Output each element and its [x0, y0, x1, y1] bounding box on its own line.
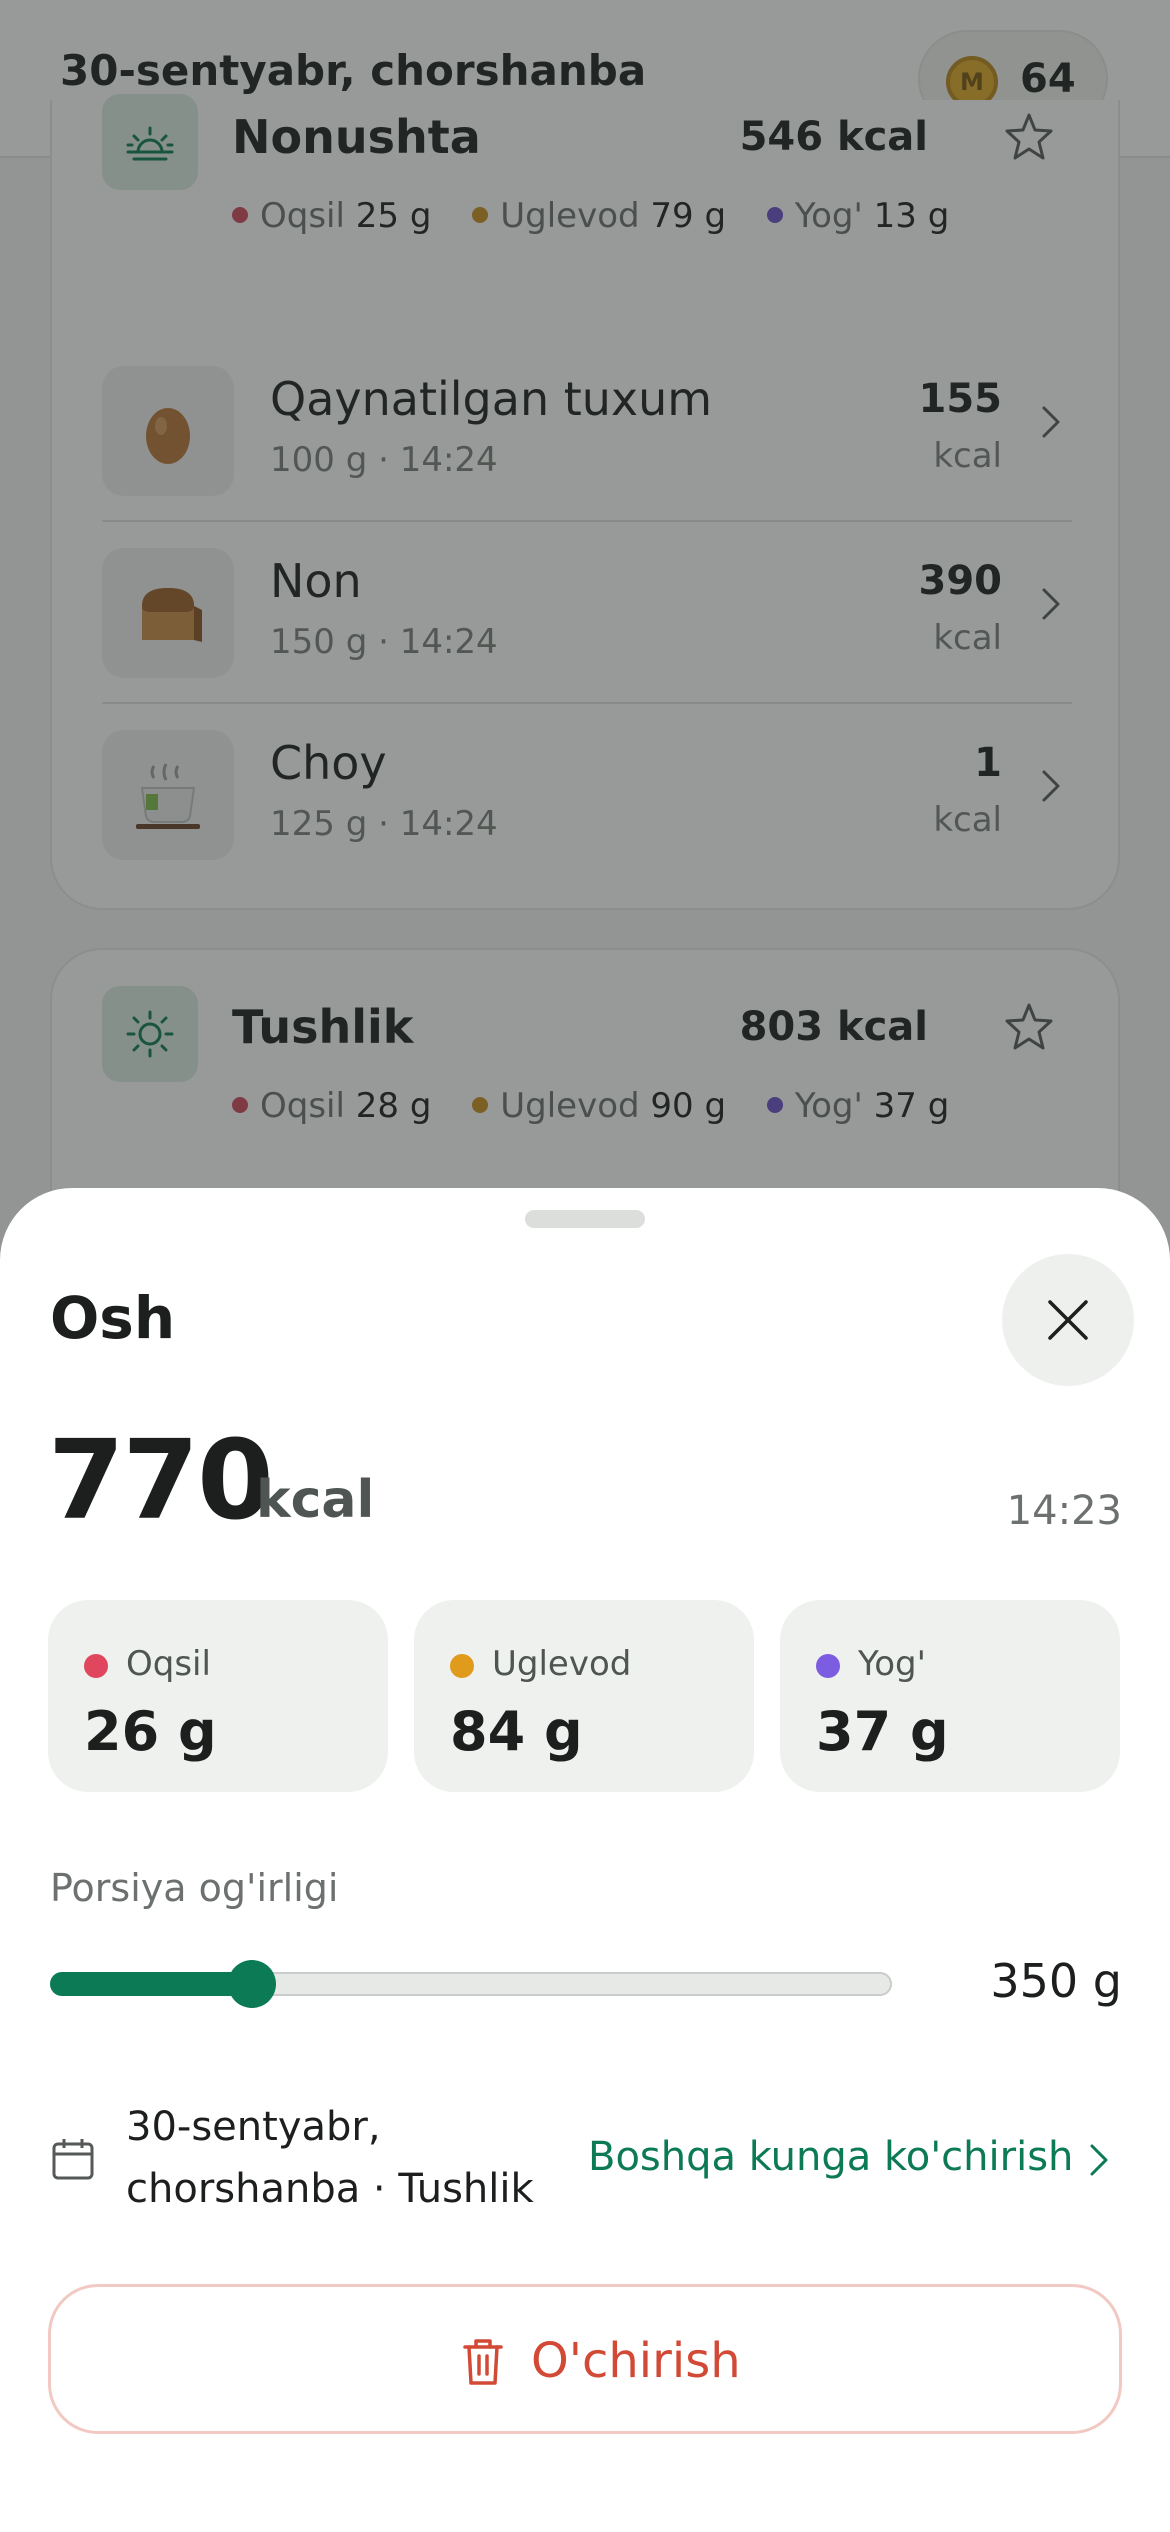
macro-card-protein: Oqsil 26 g: [48, 1600, 388, 1792]
entry-time: 14:23: [1006, 1488, 1122, 1534]
entry-date-line1: 30-sentyabr,: [126, 2104, 381, 2150]
calories-unit: kcal: [256, 1470, 375, 1530]
entry-date-meal: 30-sentyabr, chorshanba · Tushlik: [126, 2096, 586, 2220]
portion-value: 350 g: [990, 1954, 1122, 2008]
food-detail-sheet: Osh 770 kcal 14:23 Oqsil 26 g Uglevod 84…: [0, 1188, 1170, 2532]
sheet-title: Osh: [50, 1284, 176, 1352]
chevron-right-icon[interactable]: [1084, 2140, 1114, 2184]
trash-icon: [459, 2335, 507, 2393]
slider-thumb[interactable]: [228, 1960, 276, 2008]
delete-label: O'chirish: [531, 2333, 741, 2389]
macro-label: Uglevod: [492, 1644, 632, 1684]
sheet-grabber[interactable]: [525, 1210, 645, 1228]
calories-value: 770: [48, 1416, 274, 1544]
carbs-dot: [450, 1654, 474, 1678]
macro-card-carbs: Uglevod 84 g: [414, 1600, 754, 1792]
portion-slider[interactable]: [50, 1960, 892, 2008]
close-icon: [1048, 1300, 1088, 1340]
fat-dot: [816, 1654, 840, 1678]
protein-dot: [84, 1654, 108, 1678]
date-meal-row: 30-sentyabr, chorshanba · Tushlik Boshqa…: [50, 2096, 1120, 2226]
macro-value: 26 g: [84, 1700, 217, 1763]
calendar-icon: [50, 2136, 96, 2186]
slider-fill: [50, 1972, 252, 1996]
macro-value: 84 g: [450, 1700, 583, 1763]
macro-label: Oqsil: [126, 1644, 211, 1684]
portion-label: Porsiya og'irligi: [50, 1866, 339, 1910]
close-button[interactable]: [1002, 1254, 1134, 1386]
macro-label: Yog': [858, 1644, 926, 1684]
move-to-another-day-link[interactable]: Boshqa kunga ko'chirish: [588, 2134, 1073, 2180]
macro-value: 37 g: [816, 1700, 949, 1763]
entry-date-line2: chorshanba · Tushlik: [126, 2166, 534, 2212]
macro-card-fat: Yog' 37 g: [780, 1600, 1120, 1792]
delete-button[interactable]: O'chirish: [48, 2284, 1122, 2434]
